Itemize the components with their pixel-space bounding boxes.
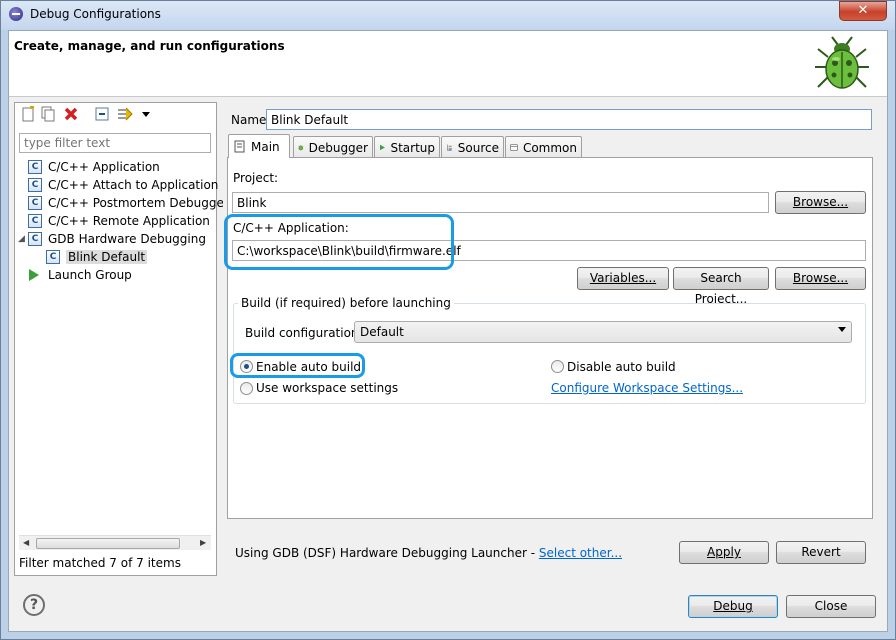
disable-auto-build-radio[interactable]	[551, 360, 564, 373]
use-workspace-settings-radio[interactable]	[240, 382, 253, 395]
help-icon[interactable]: ?	[23, 594, 45, 616]
button-label: Close	[814, 599, 848, 613]
c-icon: C	[46, 249, 60, 264]
c-icon: C	[28, 195, 42, 210]
variables-button[interactable]: Variables...	[577, 267, 669, 290]
button-label: Browse...	[792, 195, 849, 209]
tab-label: Source	[457, 140, 499, 155]
c-icon: C	[28, 177, 42, 192]
tree-item-blink-default[interactable]: C Blink Default	[46, 248, 148, 265]
tree-item-label: Blink Default	[66, 249, 148, 264]
tree-item-cpp-attach[interactable]: C C/C++ Attach to Application	[28, 176, 218, 193]
project-input[interactable]: Blink	[232, 192, 769, 213]
disable-auto-build-label[interactable]: Disable auto build	[567, 360, 676, 374]
tree-expand-icon[interactable]: ◢	[18, 234, 28, 244]
tree-item-label: C/C++ Postmortem Debugger	[48, 195, 229, 210]
tab-label: Common	[522, 140, 577, 155]
c-icon: C	[28, 213, 42, 228]
debug-button[interactable]: Debug	[688, 595, 778, 618]
filter-input[interactable]	[19, 133, 211, 153]
browse-application-button[interactable]: Browse...	[775, 267, 866, 290]
filter-status: Filter matched 7 of 7 items	[19, 556, 181, 570]
tree-item-gdb-hardware[interactable]: ◢ C GDB Hardware Debugging	[18, 230, 206, 247]
highlight-annotation	[230, 353, 365, 378]
build-configuration-label: Build configuration:	[245, 326, 363, 340]
main-tab-icon	[234, 140, 245, 153]
tree-item-label: C/C++ Remote Application	[48, 213, 210, 228]
tree-item-cpp-remote[interactable]: C C/C++ Remote Application	[28, 212, 210, 229]
button-label: Search Project...	[694, 271, 748, 306]
apply-button[interactable]: Apply	[679, 541, 769, 564]
button-label: Apply	[707, 545, 741, 559]
tab-debugger[interactable]: Debugger	[293, 136, 373, 158]
button-label: Browse...	[792, 271, 849, 285]
tab-label: Main	[251, 139, 280, 154]
close-button[interactable]: Close	[786, 595, 876, 618]
common-icon	[510, 144, 518, 151]
tree-item-label: C/C++ Application	[48, 159, 160, 174]
scrollbar-thumb[interactable]	[36, 538, 180, 549]
highlight-annotation	[224, 214, 454, 270]
tab-label: Startup	[390, 140, 435, 155]
debugger-icon	[298, 145, 304, 151]
tab-startup[interactable]: Startup	[374, 136, 440, 158]
select-other-link[interactable]: Select other...	[539, 546, 622, 560]
build-group-title: Build (if required) before launching	[238, 296, 454, 310]
delete-icon[interactable]	[63, 106, 79, 122]
name-input[interactable]: Blink Default	[266, 109, 872, 130]
tree-item-label: GDB Hardware Debugging	[48, 231, 206, 246]
tab-source[interactable]: Source	[441, 136, 504, 158]
header-title: Create, manage, and run configurations	[14, 39, 285, 53]
tree-item-launch-group[interactable]: Launch Group	[27, 266, 132, 283]
button-label: Revert	[801, 545, 841, 559]
project-label: Project:	[233, 171, 279, 185]
scroll-left-icon[interactable]: ◀	[23, 538, 29, 547]
tab-label: Debugger	[308, 140, 368, 155]
launch-icon	[29, 268, 39, 281]
scroll-right-icon[interactable]: ▶	[200, 538, 206, 547]
revert-button[interactable]: Revert	[776, 541, 866, 564]
tab-main[interactable]: Main	[228, 134, 290, 158]
browse-project-button[interactable]: Browse...	[775, 191, 866, 214]
c-icon: C	[28, 159, 42, 174]
window-title: Debug Configurations	[30, 7, 161, 21]
button-label: Debug	[713, 599, 753, 613]
tree-item-label: Launch Group	[48, 267, 132, 282]
tab-common[interactable]: Common	[505, 136, 582, 158]
use-workspace-settings-label[interactable]: Use workspace settings	[256, 381, 398, 395]
horizontal-scrollbar[interactable]: ◀ ▶	[19, 535, 211, 550]
startup-icon	[379, 144, 385, 151]
source-icon	[447, 144, 452, 151]
tree-item-label: C/C++ Attach to Application	[48, 177, 219, 192]
filter-icon[interactable]	[117, 106, 133, 122]
tree-item-cpp-application[interactable]: C C/C++ Application	[28, 158, 160, 175]
name-label: Name:	[231, 113, 271, 127]
button-label: Variables...	[589, 271, 657, 285]
dropdown-icon[interactable]	[138, 106, 154, 122]
bug-icon	[815, 36, 869, 89]
duplicate-icon[interactable]	[40, 106, 56, 122]
configure-workspace-settings-link[interactable]: Configure Workspace Settings...	[551, 381, 743, 395]
search-project-button[interactable]: Search Project...	[673, 267, 769, 306]
eclipse-icon	[9, 7, 23, 21]
tree-item-cpp-postmortem[interactable]: C C/C++ Postmortem Debugger	[28, 194, 229, 211]
new-configuration-icon[interactable]	[20, 106, 36, 122]
launcher-info: Using GDB (DSF) Hardware Debugging Launc…	[235, 546, 622, 560]
collapse-all-icon[interactable]	[94, 106, 110, 122]
chevron-down-icon[interactable]	[838, 327, 846, 332]
launcher-text: Using GDB (DSF) Hardware Debugging Launc…	[235, 546, 539, 560]
window-close-button[interactable]: ✕	[839, 1, 887, 21]
build-configuration-select[interactable]: Default	[354, 321, 852, 343]
c-icon: C	[28, 231, 42, 246]
